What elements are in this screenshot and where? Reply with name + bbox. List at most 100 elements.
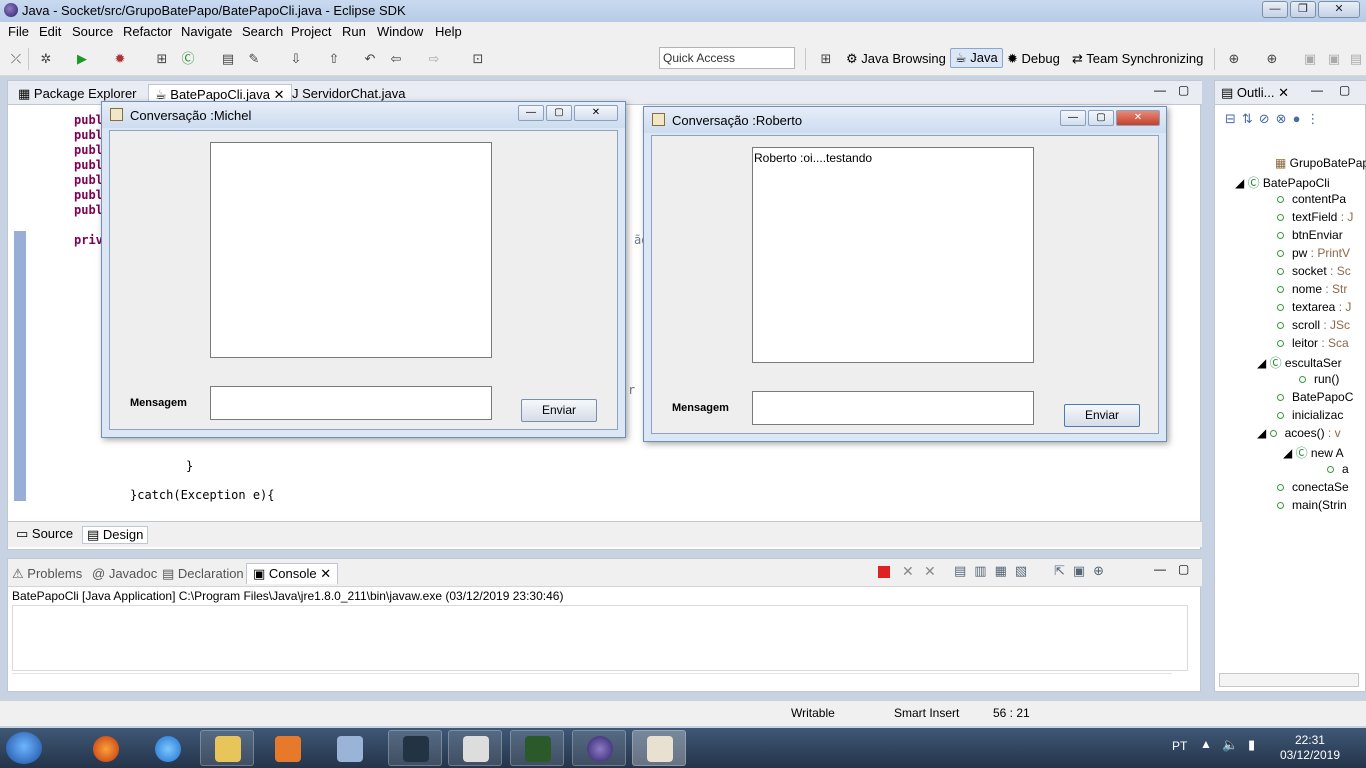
perspective-java-browsing[interactable]: ⚙ Java Browsing [846, 51, 946, 67]
console-output[interactable] [12, 605, 1188, 671]
run-icon[interactable]: ▶ [74, 51, 90, 67]
save-all-icon[interactable]: ▣ [1326, 51, 1342, 67]
last-edit-icon[interactable]: ↶ [362, 51, 378, 67]
outline-method[interactable]: a [1327, 462, 1349, 476]
outline-field[interactable]: nome : Str [1277, 282, 1347, 296]
maximize-icon[interactable]: ▢ [1088, 110, 1114, 126]
outline-field[interactable]: pw : PrintV [1277, 246, 1350, 260]
terminate-icon[interactable] [878, 566, 890, 578]
minimize-icon[interactable]: — [1262, 1, 1288, 18]
menu-file[interactable]: File [8, 24, 29, 39]
tab-javadoc[interactable]: @ Javadoc [92, 566, 157, 581]
chat-history-textarea[interactable] [210, 142, 492, 358]
menu-help[interactable]: Help [435, 24, 462, 39]
minimize-icon[interactable]: — [1311, 83, 1323, 97]
open-icon[interactable]: ⊕ [1264, 51, 1280, 67]
back-icon[interactable]: ⇦ [388, 51, 404, 67]
outline-field[interactable]: textField : J [1277, 210, 1353, 224]
minimize-icon[interactable]: — [1154, 83, 1166, 97]
outline-field[interactable]: leitor : Sca [1277, 336, 1349, 350]
search-icon[interactable]: ✎ [246, 51, 262, 67]
perspective-java[interactable]: ☕ Java [950, 48, 1003, 68]
taskbar-app-3[interactable] [510, 730, 564, 766]
send-button[interactable]: Enviar [1064, 404, 1140, 427]
outline-toolbar[interactable]: ⊟⇅⊘⊗●⋮ [1225, 111, 1325, 127]
language-indicator[interactable]: PT [1172, 739, 1187, 753]
chat-window-title-bar[interactable]: Conversação :Roberto — ▢ ✕ [644, 107, 1166, 133]
taskbar-firefox[interactable] [78, 730, 132, 766]
outline-field[interactable]: btnEnviar [1277, 228, 1343, 242]
taskbar-eclipse[interactable] [572, 730, 626, 766]
outline-hscrollbar[interactable] [1219, 673, 1359, 687]
menu-navigate[interactable]: Navigate [181, 24, 232, 39]
remove-all-icon[interactable]: ✕ [924, 563, 936, 580]
taskbar-app-2[interactable] [448, 730, 502, 766]
show-hidden-icons-icon[interactable]: ▲ [1200, 737, 1212, 751]
new-icon[interactable]: ⊕ [1226, 51, 1242, 67]
tab-console[interactable]: ▣ Console ✕ [246, 563, 339, 584]
maximize-icon[interactable]: ▢ [546, 105, 572, 121]
remove-launch-icon[interactable]: ✕ [902, 563, 914, 580]
message-input[interactable] [210, 386, 492, 420]
chat-history-textarea[interactable]: Roberto :oi....testando [752, 147, 1034, 363]
console-toolbar-icons[interactable]: ▤▥▦▧ [954, 563, 1035, 579]
tab-declaration[interactable]: ▤ Declaration [162, 566, 244, 582]
outline-package[interactable]: ▦ GrupoBatePapo [1275, 156, 1366, 170]
taskbar-explorer[interactable] [200, 730, 254, 766]
debug-icon[interactable]: ✹ [112, 51, 128, 67]
taskbar-paint[interactable] [322, 730, 376, 766]
taskbar-java[interactable] [632, 730, 686, 766]
tab-source[interactable]: ▭ Source [16, 526, 73, 542]
taskbar-app-1[interactable] [388, 730, 442, 766]
quick-access-input[interactable]: Quick Access [659, 47, 795, 69]
taskbar-media[interactable] [260, 730, 314, 766]
tab-problems[interactable]: ⚠ Problems [12, 566, 82, 582]
outline-constructor[interactable]: BatePapoC [1277, 390, 1353, 404]
console-view-icons[interactable]: ⇱▣⊕ [1054, 563, 1112, 579]
taskbar-ie[interactable] [140, 730, 194, 766]
outline-anon-class[interactable]: ◢ Ⓒ new A [1283, 444, 1344, 461]
maximize-icon[interactable]: ▢ [1178, 83, 1189, 97]
minimize-icon[interactable]: — [1154, 562, 1166, 576]
start-button-icon[interactable] [6, 732, 42, 764]
menu-window[interactable]: Window [377, 24, 423, 39]
pin-editor-icon[interactable]: ⊡ [470, 51, 486, 67]
save-icon[interactable]: ▣ [1302, 51, 1318, 67]
outline-field[interactable]: scroll : JSc [1277, 318, 1350, 332]
new-java-project-icon[interactable]: ⊞ [154, 51, 170, 67]
outline-method[interactable]: main(Strin [1277, 498, 1347, 512]
console-hscrollbar[interactable] [12, 673, 1172, 685]
menu-refactor[interactable]: Refactor [123, 24, 172, 39]
close-icon[interactable]: ✕ [1318, 1, 1360, 18]
minimize-icon[interactable]: — [1060, 110, 1086, 126]
outline-field[interactable]: socket : Sc [1277, 264, 1351, 278]
tab-design[interactable]: ▤ Design [82, 526, 149, 544]
perspective-team-sync[interactable]: ⇄ Team Synchronizing [1072, 51, 1203, 67]
close-icon[interactable]: ✕ [574, 105, 618, 121]
perspective-debug[interactable]: ✹ Debug [1007, 51, 1060, 67]
skip-breakpoints-icon[interactable]: ⤫ [8, 51, 24, 67]
outline-method[interactable]: inicializac [1277, 408, 1343, 422]
menu-edit[interactable]: Edit [39, 24, 61, 39]
message-input[interactable] [752, 391, 1034, 425]
next-annotation-icon[interactable]: ⇩ [288, 51, 304, 67]
network-icon[interactable]: ▮ [1248, 737, 1255, 753]
forward-icon[interactable]: ⇨ [426, 51, 442, 67]
chat-window-title-bar[interactable]: Conversação :Michel — ▢ ✕ [102, 102, 625, 128]
outline-inner-class[interactable]: ◢ Ⓒ escultaSer [1257, 354, 1342, 371]
maximize-icon[interactable]: ❐ [1290, 1, 1316, 18]
print-icon[interactable]: ▤ [1348, 51, 1364, 67]
maximize-icon[interactable]: ▢ [1178, 562, 1189, 576]
send-button[interactable]: Enviar [521, 399, 597, 422]
close-icon[interactable]: ✕ [1116, 110, 1160, 126]
new-class-icon[interactable]: Ⓒ [180, 51, 196, 67]
prev-annotation-icon[interactable]: ⇧ [326, 51, 342, 67]
outline-method[interactable]: conectaSe [1277, 480, 1349, 494]
taskbar-clock[interactable]: 22:31 03/12/2019 [1280, 733, 1340, 763]
menu-source[interactable]: Source [72, 24, 113, 39]
tab-outline[interactable]: ▤ Outli... ✕ [1221, 85, 1289, 101]
outline-method[interactable]: run() [1299, 372, 1339, 386]
close-icon[interactable]: ✕ [274, 87, 285, 102]
outline-field[interactable]: textarea : J [1277, 300, 1351, 314]
volume-icon[interactable]: 🔈 [1222, 737, 1238, 753]
